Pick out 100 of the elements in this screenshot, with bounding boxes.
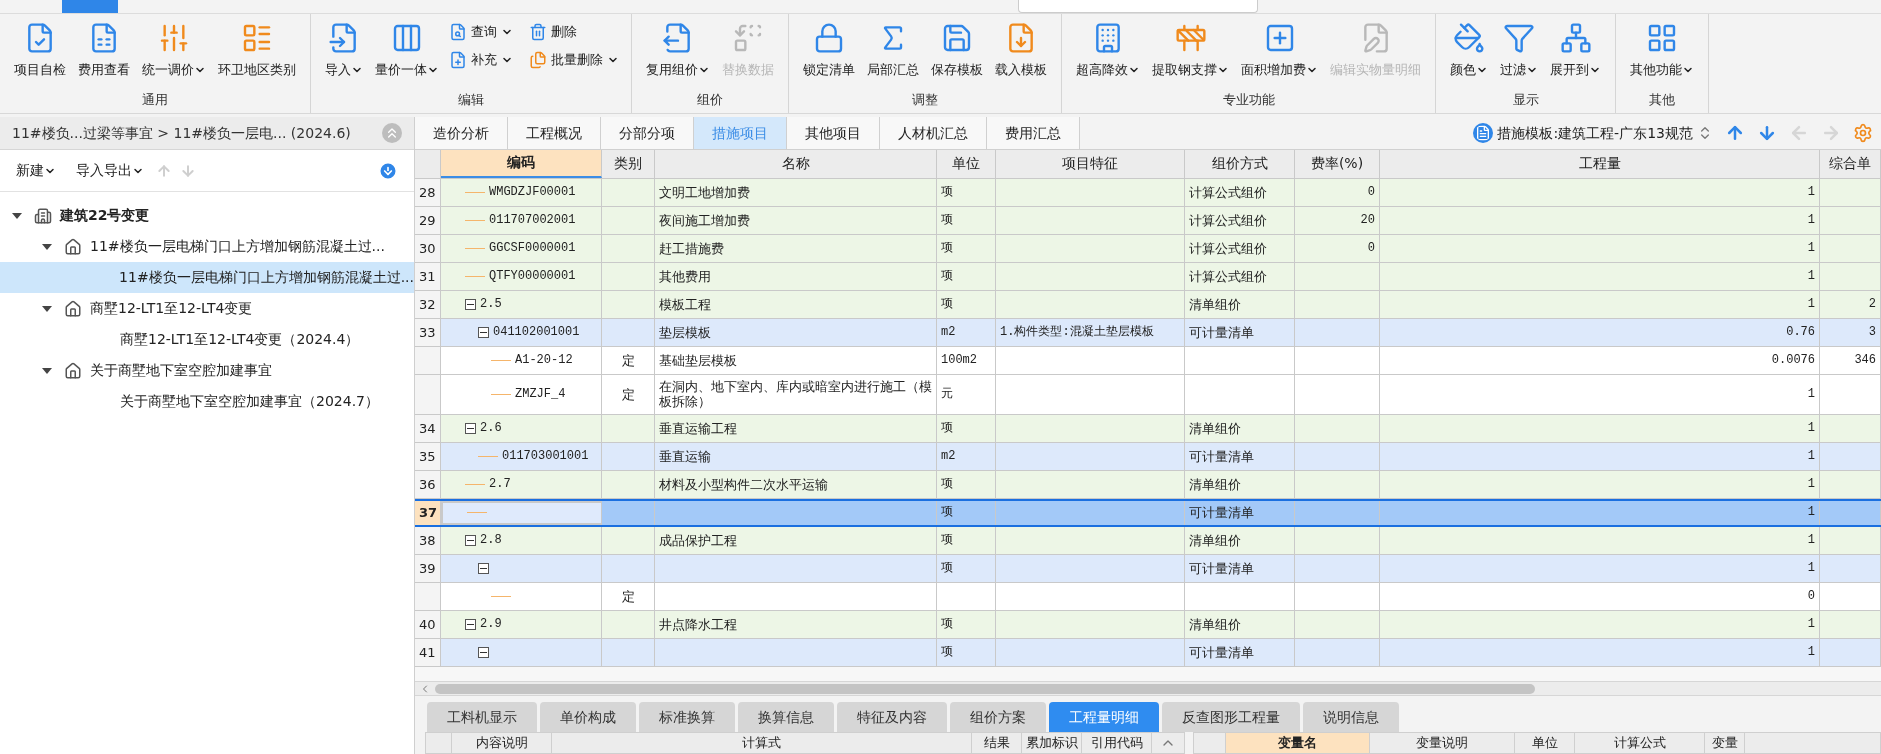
column-header[interactable]: 综合单 — [1820, 150, 1881, 178]
expand-triangle-icon[interactable] — [42, 367, 52, 374]
download-icon[interactable] — [378, 160, 398, 181]
table-row[interactable]: 30 GGCSF0000001 赶工措施费 项 计算公式组价 0 1 — [415, 234, 1881, 263]
collapse-box-icon[interactable] — [478, 326, 489, 338]
expand-triangle-icon[interactable] — [42, 243, 52, 250]
column-header[interactable]: 计算公式 — [1575, 733, 1705, 753]
column-header[interactable]: 名称 — [655, 150, 937, 178]
table-row[interactable]: 38 2.8 成品保护工程 项 清单组价 1 — [415, 526, 1881, 555]
ribbon-button[interactable]: 删除 — [525, 18, 623, 46]
breadcrumb[interactable]: 11#楼负...过梁等事宜 > 11#楼负一层电... (2024.6) — [12, 122, 351, 144]
table-row[interactable]: 37 项 可计量清单 1 — [415, 498, 1881, 527]
ribbon-button[interactable]: 项目自检 — [8, 14, 72, 80]
ribbon-button[interactable]: 量价一体 — [369, 14, 445, 80]
table-row[interactable]: 33 041102001001 垫层模板 m2 1.构件类型:混凝土垫层模板 可计量清单 0.76 3 — [415, 318, 1881, 347]
move-down-icon[interactable] — [1757, 123, 1777, 143]
ribbon-button[interactable]: 超高降效 — [1070, 14, 1146, 80]
tree-item[interactable]: 关于商墅地下室空腔加建事宜 — [0, 355, 414, 386]
tab[interactable]: 人材机汇总 — [880, 117, 987, 149]
tree-item[interactable]: 商墅12-LT1至12-LT4变更 — [0, 293, 414, 324]
ribbon-button[interactable]: 颜色 — [1444, 14, 1494, 80]
ribbon-button[interactable]: 导入 — [319, 14, 369, 80]
toolbar-button[interactable]: 导入导出 — [76, 160, 144, 181]
collapse-box-icon[interactable] — [465, 618, 476, 630]
tab[interactable]: 工程概况 — [508, 117, 601, 149]
ribbon-button[interactable]: 载入模板 — [989, 14, 1053, 80]
template-label[interactable]: 措施模板:建筑工程-广东13规范 — [1497, 122, 1693, 144]
table-row[interactable]: 40 2.9 井点降水工程 项 清单组价 1 — [415, 610, 1881, 639]
table-row[interactable]: 41 项 可计量清单 1 — [415, 638, 1881, 667]
ribbon-button[interactable]: 面积增加费 — [1235, 14, 1324, 80]
ribbon-button[interactable]: 局部汇总 — [861, 14, 925, 80]
collapse-box-icon[interactable] — [465, 298, 476, 310]
column-header[interactable]: 费率(%) — [1295, 150, 1380, 178]
collapse-box-icon[interactable] — [465, 422, 476, 434]
column-header[interactable]: 单位 — [937, 150, 996, 178]
ribbon-button[interactable]: 保存模板 — [925, 14, 989, 80]
table-row[interactable]: 39 项 可计量清单 1 — [415, 554, 1881, 583]
tab[interactable]: 说明信息 — [1303, 702, 1399, 733]
ribbon-button[interactable]: 查询 — [445, 18, 517, 46]
column-header[interactable]: 项目特征 — [996, 150, 1185, 178]
column-header[interactable]: 内容说明 — [452, 733, 552, 753]
ribbon-button[interactable]: 过滤 — [1494, 14, 1544, 80]
column-header[interactable]: 工程量 — [1380, 150, 1820, 178]
tree-item[interactable]: 11#楼负一层电梯门口上方增加钢筋混凝土过... — [0, 262, 414, 293]
tree-item[interactable]: 建筑22号变更 — [0, 200, 414, 231]
collapse-box-icon[interactable] — [465, 534, 476, 546]
table-row[interactable]: 34 2.6 垂直运输工程 项 清单组价 1 — [415, 414, 1881, 443]
tab[interactable]: 标准换算 — [639, 702, 735, 733]
ribbon-button[interactable]: 提取钢支撑 — [1146, 14, 1235, 80]
table-row[interactable]: A1-20-12 定 基础垫层模板 100m2 0.0076 346 — [415, 346, 1881, 375]
settings-icon[interactable] — [1853, 123, 1873, 143]
column-header[interactable]: 编码 — [441, 150, 602, 178]
search-field[interactable] — [1018, 0, 1258, 13]
tree-item[interactable]: 关于商墅地下室空腔加建事宜（2024.7） — [0, 386, 414, 417]
tab[interactable]: 反查图形工程量 — [1162, 702, 1300, 733]
column-header[interactable]: 单位 — [1515, 733, 1575, 753]
ribbon-button[interactable]: 补充 — [445, 46, 517, 74]
table-row[interactable]: 36 2.7 材料及小型构件二次水平运输 项 清单组价 1 — [415, 470, 1881, 499]
column-header[interactable]: 结果 — [972, 733, 1022, 753]
column-header[interactable]: 类别 — [602, 150, 655, 178]
expand-triangle-icon[interactable] — [12, 212, 22, 219]
tab[interactable]: 工料机显示 — [427, 702, 537, 733]
move-up-icon[interactable] — [1725, 123, 1745, 143]
column-header[interactable]: 变量名 — [1226, 733, 1370, 753]
ribbon-button[interactable]: 批量删除 — [525, 46, 623, 74]
table-row[interactable]: 35 011703001001 垂直运输 m2 可计量清单 1 — [415, 442, 1881, 471]
column-header[interactable]: 计算式 — [552, 733, 972, 753]
column-header[interactable]: 累加标识 — [1022, 733, 1082, 753]
column-header[interactable]: 组价方式 — [1185, 150, 1295, 178]
tab[interactable]: 分部分项 — [601, 117, 694, 149]
column-header[interactable]: 变量 — [1705, 733, 1745, 753]
ribbon-button[interactable]: 统一调价 — [136, 14, 212, 80]
tree-item[interactable]: 商墅12-LT1至12-LT4变更（2024.4） — [0, 324, 414, 355]
collapse-box-icon[interactable] — [478, 562, 489, 574]
table-row[interactable]: 31 QTFY00000001 其他费用 项 计算公式组价 1 — [415, 262, 1881, 291]
expand-triangle-icon[interactable] — [42, 305, 52, 312]
ribbon-button[interactable]: 展开到 — [1544, 14, 1607, 80]
ribbon-button[interactable]: 复用组价 — [640, 14, 716, 80]
column-header[interactable]: 变量说明 — [1370, 733, 1515, 753]
tab[interactable]: 其他项目 — [787, 117, 880, 149]
tab[interactable]: 换算信息 — [738, 702, 834, 733]
table-row[interactable]: 定 0 — [415, 582, 1881, 611]
tab[interactable]: 费用汇总 — [987, 117, 1080, 149]
table-cell: 0 — [1380, 582, 1820, 610]
table-row[interactable]: 29 011707002001 夜间施工增加费 项 计算公式组价 20 1 — [415, 206, 1881, 235]
scrollbar-thumb[interactable] — [435, 683, 1535, 694]
collapse-box-icon[interactable] — [478, 646, 489, 658]
table-row[interactable]: 32 2.5 模板工程 项 清单组价 1 2 — [415, 290, 1881, 319]
toolbar-button[interactable]: 新建 — [16, 160, 56, 181]
ribbon-button[interactable]: 其他功能 — [1624, 14, 1700, 80]
ribbon-button[interactable]: 锁定清单 — [797, 14, 861, 80]
tab[interactable]: 组价方案 — [950, 702, 1046, 733]
tab[interactable]: 单价构成 — [540, 702, 636, 733]
tab[interactable]: 造价分析 — [415, 117, 508, 149]
column-header[interactable]: 引用代码 — [1082, 733, 1152, 753]
ribbon-button[interactable]: 环卫地区类别 — [212, 14, 302, 80]
tab[interactable]: 特征及内容 — [837, 702, 947, 733]
tree-item[interactable]: 11#楼负一层电梯门口上方增加钢筋混凝土过... — [0, 231, 414, 262]
ribbon-button[interactable]: 费用查看 — [72, 14, 136, 80]
table-row[interactable]: 28 WMGDZJF00001 文明工地增加费 项 计算公式组价 0 1 — [415, 178, 1881, 207]
